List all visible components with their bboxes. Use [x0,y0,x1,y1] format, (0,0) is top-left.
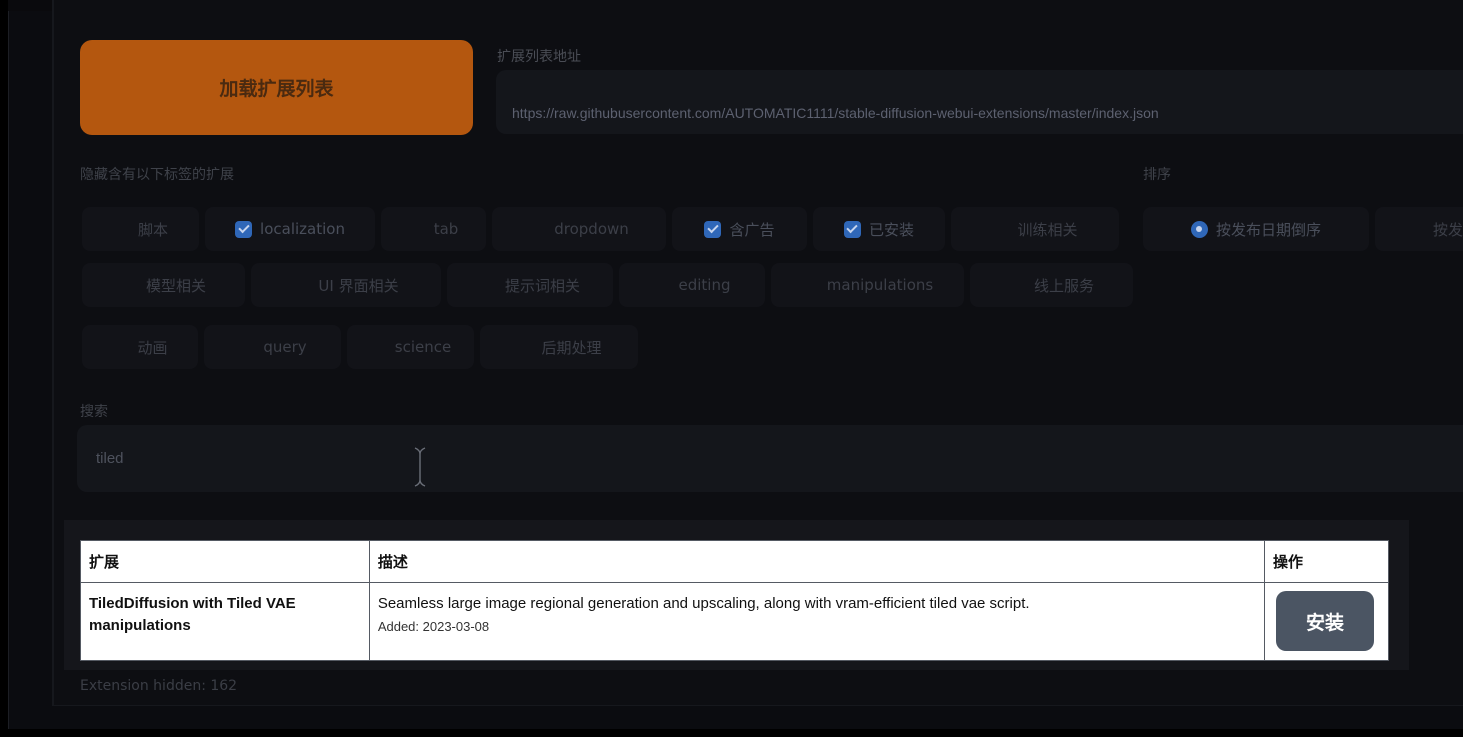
tag-chip-ads[interactable]: 含广告 [672,207,807,251]
tag-chip-localization[interactable]: localization [205,207,375,251]
tag-chip-science[interactable]: science [347,325,474,369]
tag-chip-postprocessing[interactable]: 后期处理 [480,325,638,369]
tag-label: localization [260,220,345,238]
tag-chip-online[interactable]: 线上服务 [970,263,1133,307]
tag-chip-dropdown[interactable]: dropdown [492,207,666,251]
extensions-table: 扩展 描述 操作 TiledDiffusion with Tiled VAE m… [80,540,1390,661]
checkbox-icon[interactable] [802,277,819,294]
tag-label: 线上服务 [1033,276,1094,295]
tag-label: 已安装 [868,220,914,239]
tag-label: 脚本 [137,220,168,239]
sort-option-2[interactable]: 按发 [1375,207,1463,251]
extension-description-cell: Seamless large image regional generation… [368,582,1265,661]
tag-chip-models[interactable]: 模型相关 [82,263,245,307]
tag-chip-query[interactable]: query [204,325,341,369]
tag-label: 提示词相关 [504,276,580,295]
url-field-label: 扩展列表地址 [497,49,581,65]
search-label: 搜索 [80,404,108,420]
sort-label: 排序 [1143,167,1171,183]
load-extension-list-button[interactable]: 加载扩展列表 [80,40,473,135]
tag-chip-editing[interactable]: editing [619,263,765,307]
extension-name-link[interactable]: TiledDiffusion with Tiled VAE manipulati… [89,593,361,637]
column-header-action: 操作 [1263,540,1390,583]
tag-chip-prompting[interactable]: 提示词相关 [447,263,613,307]
checkbox-icon[interactable] [516,339,533,356]
hide-tags-label: 隐藏含有以下标签的扩展 [80,167,234,183]
table-header-row: 扩展 描述 操作 [80,540,1390,583]
extension-name-cell: TiledDiffusion with Tiled VAE manipulati… [80,582,370,661]
checkbox-checked-icon[interactable] [235,220,253,238]
sort-option-date-desc[interactable]: 按发布日期倒序 [1143,207,1369,251]
tag-label: 动画 [137,338,168,357]
tag-label: dropdown [554,220,629,238]
extension-action-cell: 安装 [1263,582,1390,661]
install-button[interactable]: 安装 [1275,591,1374,651]
tag-label: query [263,338,307,356]
table-row: TiledDiffusion with Tiled VAE manipulati… [80,582,1390,661]
checkbox-icon[interactable] [1009,277,1026,294]
checkbox-icon[interactable] [992,221,1009,238]
checkbox-checked-icon[interactable] [843,220,861,238]
checkbox-icon[interactable] [238,339,255,356]
checkbox-icon[interactable] [293,277,310,294]
tag-label: editing [678,276,731,294]
extension-description: Seamless large image regional generation… [377,595,1030,612]
extension-added-date: Added: 2023-03-08 [377,619,490,634]
tag-label: manipulations [826,276,934,294]
tag-chip-ui[interactable]: UI 界面相关 [251,263,441,307]
tag-label: science [394,338,452,356]
checkbox-icon[interactable] [480,277,497,294]
checkbox-icon[interactable] [409,221,426,238]
sort-option-label: 按发布日期倒序 [1215,220,1321,239]
sort-option-label: 按发 [1432,220,1463,239]
tag-chip-training[interactable]: 训练相关 [951,207,1119,251]
tag-label: 含广告 [729,220,775,239]
tag-label: 后期处理 [541,338,602,357]
tag-chip-tab[interactable]: tab [381,207,486,251]
tag-label: tab [433,220,459,238]
radio-selected-icon[interactable] [1190,220,1208,238]
column-header-extension: 扩展 [80,540,370,583]
tag-label: 模型相关 [145,276,206,295]
column-header-description: 描述 [368,540,1265,583]
checkbox-checked-icon[interactable] [704,220,722,238]
checkbox-icon[interactable] [121,277,138,294]
hidden-extensions-count: Extension hidden: 162 [80,678,238,694]
extension-index-url-input[interactable] [496,70,1463,134]
checkbox-icon[interactable] [529,221,546,238]
checkbox-icon[interactable] [112,339,129,356]
tag-chip-script[interactable]: 脚本 [82,207,199,251]
tag-chip-manipulations[interactable]: manipulations [771,263,964,307]
tag-chip-animation[interactable]: 动画 [82,325,198,369]
tag-label: UI 界面相关 [318,276,399,295]
checkbox-icon[interactable] [654,277,671,294]
search-input[interactable] [77,425,1463,492]
checkbox-icon[interactable] [370,339,387,356]
checkbox-icon[interactable] [113,221,130,238]
tag-label: 训练相关 [1017,220,1078,239]
text-cursor-icon [414,447,426,487]
tag-chip-installed[interactable]: 已安装 [813,207,945,251]
